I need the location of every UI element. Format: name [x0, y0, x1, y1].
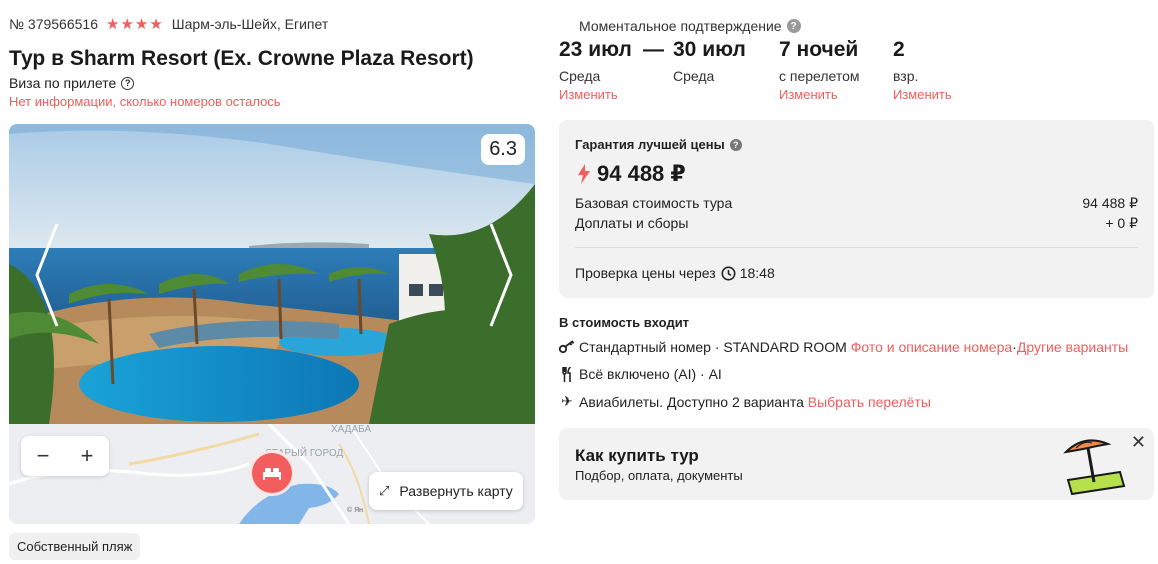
nights-block: 7 ночей с перелетом Изменить: [779, 38, 860, 102]
tour-location: Шарм-эль-Шейх, Египет: [171, 16, 329, 32]
room-type: Стандартный номер · STANDARD ROOM: [579, 339, 847, 355]
date-from-day: Среда: [559, 68, 601, 84]
date-from-block: 23 июл Среда Изменить: [559, 38, 632, 102]
help-icon[interactable]: ?: [729, 138, 742, 151]
map-label-khadaba: ХАДАБА: [331, 424, 371, 435]
page-title: Тур в Sharm Resort (Ex. Crowne Plaza Res…: [9, 47, 474, 70]
star-icon: ★: [120, 15, 134, 33]
change-adults-link[interactable]: Изменить: [893, 87, 952, 102]
how-to-buy-subtitle: Подбор, оплата, документы: [575, 468, 743, 483]
price-guarantee-label: Гарантия лучшей цены: [575, 137, 725, 152]
hotel-stars: ★ ★ ★ ★: [106, 17, 164, 32]
chevron-left-icon[interactable]: [33, 220, 63, 330]
meal-plan: Всё включено (AI) · AI: [579, 366, 722, 382]
star-icon: ★: [105, 15, 120, 33]
base-price-value: 94 488 ₽: [1082, 195, 1138, 211]
instant-confirmation: Моментальное подтверждение ?: [579, 18, 801, 34]
nights-count: 7 ночей: [779, 38, 859, 61]
map-zoom-control: − +: [21, 436, 109, 476]
expand-map-label: Развернуть карту: [399, 483, 513, 499]
price-check-time: 18:48: [739, 265, 775, 281]
other-rooms-link[interactable]: Другие варианты: [1017, 339, 1128, 355]
tour-number: № 379566516: [9, 16, 98, 32]
bed-icon: [263, 468, 281, 480]
visa-label: Виза по прилете: [9, 75, 117, 91]
extra-fees-value: + 0 ₽: [1105, 215, 1138, 231]
star-icon: ★: [134, 15, 149, 33]
total-price: 94 488 ₽: [577, 161, 686, 187]
price-check: Проверка цены через 18:48: [575, 265, 775, 281]
hotel-map-pin[interactable]: [249, 450, 295, 496]
expand-map-button[interactable]: ⤢ Развернуть карту: [369, 472, 523, 510]
help-icon[interactable]: ?: [786, 19, 801, 33]
base-price-row: Базовая стоимость тура 94 488 ₽: [575, 195, 1138, 212]
adults-count: 2: [893, 38, 905, 61]
zoom-out-button[interactable]: −: [23, 443, 63, 469]
beach-umbrella-icon: [1063, 439, 1126, 496]
adults-sub: взр.: [893, 68, 919, 84]
price-guarantee: Гарантия лучшей цены ?: [575, 137, 742, 152]
extra-fees-row: Доплаты и сборы + 0 ₽: [575, 215, 1138, 232]
included-meal: Всё включено (AI) · AI: [559, 366, 722, 382]
lightning-icon: [578, 164, 590, 184]
room-photos-link[interactable]: Фото и описание номера: [851, 339, 1012, 355]
included-room: Стандартный номер · STANDARD ROOM Фото и…: [559, 339, 1128, 355]
visa-info: Виза по прилете ?: [9, 75, 135, 91]
base-price-label: Базовая стоимость тура: [575, 195, 733, 211]
expand-icon: ⤢: [379, 483, 390, 498]
date-to: 30 июл: [673, 38, 746, 61]
rating-badge: 6.3: [481, 134, 525, 165]
feature-tag[interactable]: Собственный пляж: [9, 533, 141, 560]
date-to-day: Среда: [673, 68, 715, 84]
chevron-right-icon[interactable]: [485, 220, 515, 330]
choose-flights-link[interactable]: Выбрать перелёты: [808, 394, 931, 410]
instant-confirmation-label: Моментальное подтверждение: [579, 18, 782, 34]
hotel-photo-image: [9, 124, 535, 424]
plane-icon: ✈: [561, 393, 573, 409]
tour-meta: № 379566516 ★ ★ ★ ★ Шарм-эль-Шейх, Египе…: [9, 16, 328, 32]
map-copyright: © Ян: [347, 506, 363, 514]
change-nights-link[interactable]: Изменить: [779, 87, 860, 102]
divider: [575, 247, 1138, 248]
zoom-in-button[interactable]: +: [67, 443, 107, 469]
nights-sub: с перелетом: [779, 68, 860, 84]
cutlery-icon: [559, 366, 575, 382]
price-check-label: Проверка цены через: [575, 265, 716, 281]
price-panel: Гарантия лучшей цены ? 94 488 ₽ Базовая …: [559, 120, 1154, 298]
date-from: 23 июл: [559, 38, 632, 61]
clock-icon: [721, 266, 736, 280]
adults-block: 2 взр. Изменить: [893, 38, 952, 102]
help-icon[interactable]: ?: [121, 76, 135, 90]
hotel-photo[interactable]: [9, 124, 535, 424]
total-price-value: 94 488 ₽: [597, 161, 686, 186]
key-icon: [559, 340, 575, 354]
included-flight: ✈ Авиабилеты. Доступно 2 варианта Выбрат…: [559, 393, 931, 410]
date-separator: —: [643, 38, 664, 61]
change-dates-link[interactable]: Изменить: [559, 87, 632, 102]
how-to-buy-title: Как купить тур: [575, 446, 699, 465]
flight-info: Авиабилеты. Доступно 2 варианта: [579, 393, 804, 410]
date-to-block: 30 июл Среда: [673, 38, 746, 84]
close-icon[interactable]: ✕: [1131, 432, 1146, 453]
rooms-availability: Нет информации, сколько номеров осталось: [9, 94, 281, 109]
star-icon: ★: [149, 15, 163, 33]
how-to-buy-banner[interactable]: Как купить тур Подбор, оплата, документы…: [559, 428, 1154, 500]
extra-fees-label: Доплаты и сборы: [575, 215, 689, 231]
included-title: В стоимость входит: [559, 315, 690, 330]
